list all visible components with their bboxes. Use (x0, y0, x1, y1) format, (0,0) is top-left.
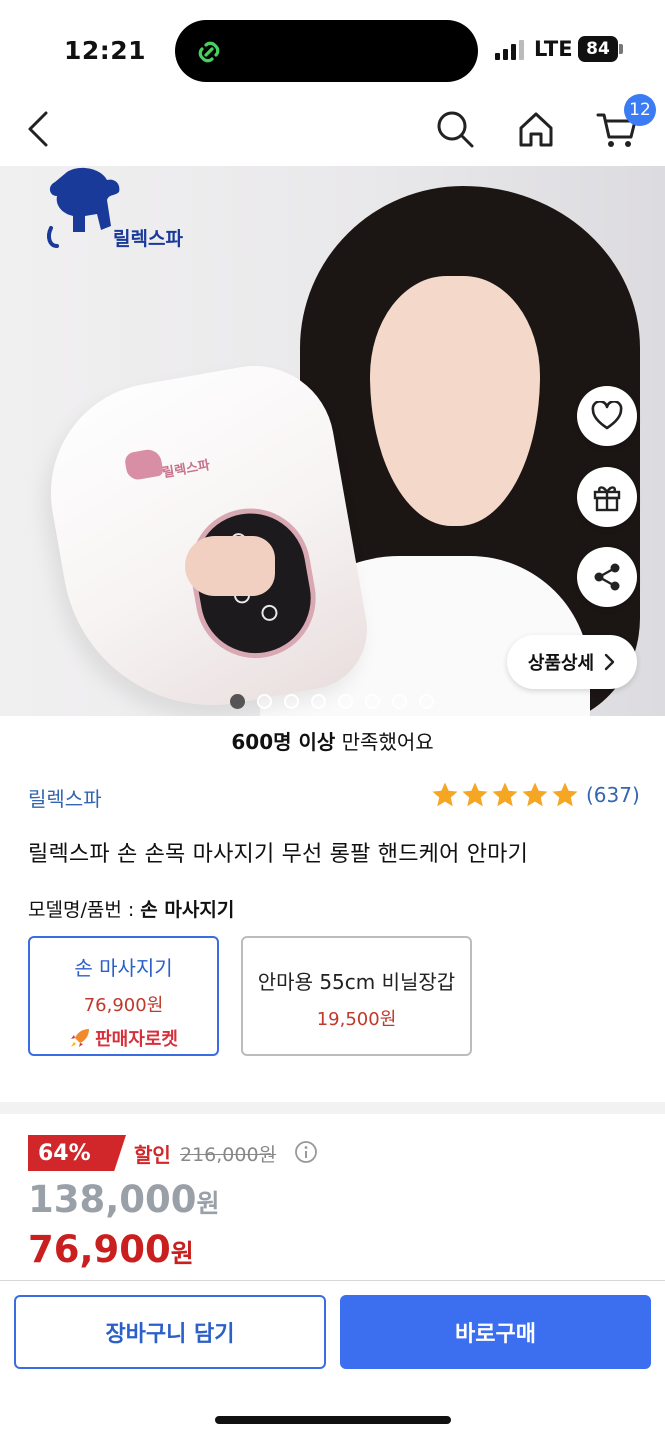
rating-stars (430, 780, 580, 810)
model-value: 손 마사지기 (140, 899, 235, 921)
brand-logo: 릴렉스파 (45, 166, 185, 256)
share-button[interactable] (577, 547, 637, 607)
add-to-cart-button[interactable]: 장바구니 담기 (14, 1295, 326, 1369)
satisfaction-count: 600명 이상 (231, 730, 336, 754)
product-image-carousel[interactable]: 릴렉스파 릴렉스파 상품상세 (0, 166, 665, 716)
device-brand-logo (123, 447, 164, 482)
option-price: 76,900원 (83, 995, 164, 1016)
option-name: 손 마사지기 (74, 956, 173, 980)
share-icon (594, 563, 620, 591)
battery-level: 84 (578, 36, 618, 62)
option-hand-massager[interactable]: 손 마사지기 76,900원 판매자로켓 (28, 936, 219, 1056)
bottom-bar-divider (0, 1280, 665, 1281)
carousel-dots (0, 694, 665, 710)
status-time: 12:21 (64, 36, 147, 65)
carousel-dot[interactable] (392, 694, 407, 709)
currency-unit: 원 (170, 1239, 194, 1268)
chevron-right-icon (604, 653, 615, 671)
home-icon[interactable] (511, 104, 561, 154)
discount-rate-badge: 64% (28, 1135, 126, 1171)
home-indicator[interactable] (215, 1416, 451, 1424)
heart-icon (591, 401, 623, 430)
list-price: 138,000원 (28, 1178, 220, 1221)
carousel-dot[interactable] (230, 694, 245, 709)
seller-link[interactable]: 릴렉스파 (28, 783, 102, 812)
carousel-dot[interactable] (284, 694, 299, 709)
star-icon (462, 782, 488, 807)
search-icon[interactable] (430, 104, 480, 154)
section-divider (0, 1102, 665, 1114)
rating[interactable]: (637) (430, 780, 640, 810)
back-icon[interactable] (14, 104, 64, 154)
satisfaction-rest: 만족했어요 (335, 730, 434, 754)
wishlist-button[interactable] (577, 386, 637, 446)
top-nav (0, 92, 665, 166)
carousel-dot[interactable] (257, 694, 272, 709)
gift-button[interactable] (577, 467, 637, 527)
satisfaction-text: 600명 이상 만족했어요 (0, 726, 665, 755)
list-price-value: 138,000 (28, 1178, 197, 1221)
carousel-dot[interactable] (419, 694, 434, 709)
product-detail-button[interactable]: 상품상세 (507, 635, 637, 689)
gift-icon (593, 486, 621, 512)
model-label: 모델명/품번 : (28, 899, 141, 921)
review-count[interactable]: (637) (586, 783, 640, 807)
hand-massager-device: 릴렉스파 (33, 353, 377, 716)
buy-now-button[interactable]: 바로구매 (340, 1295, 651, 1369)
carousel-dot[interactable] (365, 694, 380, 709)
logo-text: 릴렉스파 (113, 228, 183, 250)
option-name: 안마용 55cm 비닐장갑 (257, 970, 456, 994)
battery-icon: 84 (578, 36, 624, 62)
status-bar: 12:21 LTE 84 (0, 0, 665, 92)
star-icon (522, 782, 548, 807)
original-price: 216,000원 (180, 1144, 277, 1166)
carousel-dot[interactable] (311, 694, 326, 709)
device-brand-text: 릴렉스파 (161, 458, 212, 482)
dynamic-island (175, 20, 478, 82)
currency-unit: 원 (196, 1189, 220, 1218)
star-icon (492, 782, 518, 807)
product-title: 릴렉스파 손 손목 마사지기 무선 롱팔 핸드케어 안마기 (28, 842, 529, 867)
carousel-dot[interactable] (338, 694, 353, 709)
cart-count-badge: 12 (624, 94, 656, 126)
model-hand (185, 536, 275, 596)
star-icon (552, 782, 578, 807)
rocket-icon (71, 1029, 90, 1047)
seller-rocket-badge: 판매자로켓 (30, 1025, 217, 1051)
product-detail-label: 상품상세 (527, 653, 595, 674)
info-icon[interactable] (294, 1140, 318, 1164)
network-label: LTE (534, 37, 573, 61)
sale-price: 76,900원 (28, 1228, 194, 1271)
model-line: 모델명/품번 : 손 마사지기 (28, 895, 234, 922)
option-price: 19,500원 (316, 1009, 397, 1030)
signal-icon (495, 40, 524, 60)
sale-price-value: 76,900 (28, 1228, 171, 1271)
option-vinyl-gloves[interactable]: 안마용 55cm 비닐장갑 19,500원 (241, 936, 472, 1056)
link-app-icon (198, 41, 220, 63)
discount-label: 할인 (134, 1143, 171, 1167)
rocket-label: 판매자로켓 (95, 1029, 178, 1050)
star-icon (432, 782, 458, 807)
